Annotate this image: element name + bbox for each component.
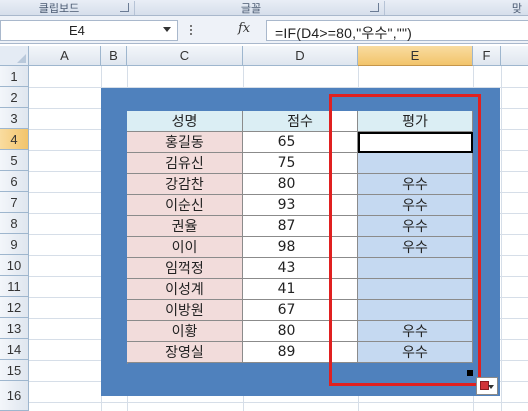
row-header[interactable]: 2 — [0, 87, 29, 108]
fill-handle[interactable] — [467, 370, 473, 376]
score-cell[interactable]: 65 — [243, 132, 331, 153]
name-cell[interactable]: 이성계 — [127, 279, 243, 300]
score-cell[interactable]: 41 — [243, 279, 331, 300]
row-header[interactable]: 16 — [0, 381, 29, 411]
spreadsheet-grid[interactable]: A B C D E F 1 2 3 4 5 6 7 8 9 10 11 12 1… — [0, 46, 528, 411]
ribbon-group-labels: 클립보드 글꼴 맞 — [0, 0, 528, 16]
row-header[interactable]: 12 — [0, 297, 29, 318]
ribbon-group-clipboard[interactable]: 클립보드 — [0, 0, 118, 16]
row-header[interactable]: 7 — [0, 192, 29, 213]
row-header[interactable]: 4 — [0, 129, 29, 150]
score-cell[interactable]: 80 — [243, 321, 331, 342]
row-header[interactable]: 5 — [0, 150, 29, 171]
dialog-launcher-icon[interactable] — [120, 3, 129, 12]
column-header-b[interactable]: B — [101, 46, 127, 66]
ribbon-group-font[interactable]: 글꼴 — [136, 0, 366, 16]
name-cell[interactable]: 이순신 — [127, 195, 243, 216]
ribbon-group-alignment[interactable]: 맞 — [386, 0, 528, 16]
score-cell[interactable]: 93 — [243, 195, 331, 216]
row-header[interactable]: 8 — [0, 213, 29, 234]
name-cell[interactable]: 강감찬 — [127, 174, 243, 195]
score-cell[interactable]: 67 — [243, 300, 331, 321]
row-header[interactable]: 6 — [0, 171, 29, 192]
formula-bar: E4 fx =IF(D4>=80,"우수","") — [0, 16, 528, 44]
column-header-a[interactable]: A — [29, 46, 101, 66]
resize-handle-icon[interactable] — [184, 24, 198, 36]
row-header[interactable]: 11 — [0, 276, 29, 297]
score-cell[interactable]: 80 — [243, 174, 331, 195]
score-cell[interactable]: 87 — [243, 216, 331, 237]
select-all-button[interactable] — [0, 46, 29, 66]
name-cell[interactable]: 김유신 — [127, 153, 243, 174]
header-name-cell[interactable]: 성명 — [127, 111, 243, 132]
score-cell[interactable]: 43 — [243, 258, 331, 279]
name-cell[interactable]: 이방원 — [127, 300, 243, 321]
name-box-value: E4 — [69, 23, 85, 38]
name-cell[interactable]: 장영실 — [127, 342, 243, 363]
row-header[interactable]: 13 — [0, 318, 29, 339]
dialog-launcher-icon[interactable] — [370, 3, 379, 12]
ribbon-group-label: 글꼴 — [240, 2, 262, 15]
name-cell[interactable]: 이황 — [127, 321, 243, 342]
name-cell[interactable]: 이이 — [127, 237, 243, 258]
row-header[interactable]: 1 — [0, 66, 29, 87]
name-cell[interactable]: 홍길동 — [127, 132, 243, 153]
column-header-d[interactable]: D — [243, 46, 358, 66]
name-box[interactable]: E4 — [0, 20, 178, 41]
ribbon-separator — [384, 1, 385, 15]
highlight-box — [329, 94, 481, 386]
column-header-f[interactable]: F — [473, 46, 501, 66]
row-header[interactable]: 10 — [0, 255, 29, 276]
row-header[interactable]: 3 — [0, 108, 29, 129]
ribbon-group-label: 맞 — [511, 2, 522, 15]
row-header[interactable]: 14 — [0, 339, 29, 360]
gridline — [29, 402, 528, 403]
formula-text: =IF(D4>=80,"우수","") — [275, 25, 412, 41]
formula-input[interactable]: =IF(D4>=80,"우수","") — [266, 20, 528, 41]
ribbon-separator — [134, 1, 135, 15]
name-cell[interactable]: 임꺽정 — [127, 258, 243, 279]
chevron-down-icon[interactable] — [163, 27, 171, 32]
ribbon-group-label: 클립보드 — [38, 2, 80, 15]
column-header-e[interactable]: E — [358, 46, 473, 66]
score-cell[interactable]: 75 — [243, 153, 331, 174]
autofill-options-button[interactable] — [476, 377, 498, 395]
column-header-c[interactable]: C — [127, 46, 243, 66]
insert-function-icon[interactable]: fx — [238, 21, 250, 36]
score-cell[interactable]: 98 — [243, 237, 331, 258]
row-header[interactable]: 15 — [0, 360, 29, 381]
row-header[interactable]: 9 — [0, 234, 29, 255]
name-cell[interactable]: 권율 — [127, 216, 243, 237]
chevron-down-icon — [488, 385, 494, 389]
score-cell[interactable]: 89 — [243, 342, 331, 363]
column-header-g[interactable] — [501, 46, 528, 66]
